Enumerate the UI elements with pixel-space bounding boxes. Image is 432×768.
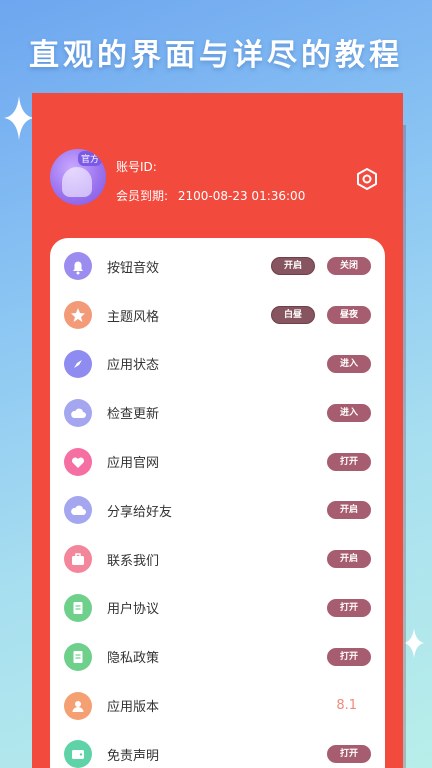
- promo-title: 直观的界面与详尽的教程: [29, 38, 403, 73]
- briefcase-icon: [64, 545, 92, 574]
- settings-row[interactable]: 应用状态 进入: [50, 340, 385, 389]
- version-value: 8.1: [336, 698, 357, 714]
- settings-row-label: 检查更新: [107, 407, 160, 423]
- profile-header: 官方 账号ID: 会员到期: 2100-08-23 01:36:00: [50, 149, 403, 213]
- settings-action-button[interactable]: 白昼: [271, 306, 315, 325]
- settings-action-button[interactable]: 进入: [327, 354, 371, 373]
- document-icon: [64, 642, 92, 671]
- settings-row-actions: 开启 关闭: [259, 257, 385, 276]
- settings-row-actions: 开启: [315, 501, 385, 520]
- star-icon: [64, 301, 92, 330]
- settings-row[interactable]: 联系我们 开启: [50, 535, 385, 584]
- settings-row[interactable]: 分享给好友 开启: [50, 486, 385, 535]
- sparkle-icon: [4, 96, 34, 140]
- settings-action-button[interactable]: 昼夜: [327, 306, 371, 325]
- settings-action-button[interactable]: 打开: [327, 598, 371, 617]
- settings-row[interactable]: 应用版本 8.1: [50, 681, 385, 730]
- settings-action-button[interactable]: 开启: [327, 550, 371, 569]
- avatar-figure-icon: [62, 167, 92, 197]
- sparkle-icon: [404, 628, 424, 658]
- settings-action-button[interactable]: 开启: [327, 501, 371, 520]
- settings-row-actions: 打开: [315, 598, 385, 617]
- settings-row-label: 应用官网: [107, 456, 160, 472]
- membership-expiry: 会员到期: 2100-08-23 01:36:00: [116, 187, 305, 204]
- settings-row[interactable]: 免责声明 打开: [50, 730, 385, 768]
- bell-icon: [64, 252, 92, 281]
- settings-row-label: 应用版本: [107, 700, 160, 716]
- settings-row[interactable]: 用户协议 打开: [50, 584, 385, 633]
- settings-row-label: 隐私政策: [107, 651, 160, 667]
- settings-action-button[interactable]: 关闭: [327, 257, 371, 276]
- avatar-badge: 官方: [78, 151, 103, 166]
- settings-row[interactable]: 隐私政策 打开: [50, 632, 385, 681]
- settings-row-actions: 进入: [315, 354, 385, 373]
- settings-row-label: 用户协议: [107, 602, 160, 618]
- compass-icon: [64, 349, 92, 378]
- wallet-icon: [64, 740, 92, 768]
- user-icon: [64, 691, 92, 720]
- settings-row-label: 应用状态: [107, 358, 160, 374]
- document-icon: [64, 593, 92, 622]
- settings-row-actions: 白昼 昼夜: [259, 306, 385, 325]
- expiry-label: 会员到期:: [116, 189, 169, 203]
- cloud-icon: [64, 496, 92, 525]
- settings-row[interactable]: 检查更新 进入: [50, 388, 385, 437]
- settings-row-label: 按钮音效: [107, 260, 160, 276]
- avatar[interactable]: 官方: [50, 149, 106, 205]
- settings-row-actions: 打开: [315, 745, 385, 764]
- account-id-label: 账号ID:: [116, 160, 157, 174]
- settings-card: 按钮音效 开启 关闭 主题风格 白昼 昼夜 应用状态 进入 检查更新 进入 应用官网 打开 分享给好友开…: [50, 238, 385, 768]
- settings-action-button[interactable]: 开启: [271, 257, 315, 276]
- settings-row-label: 联系我们: [107, 553, 160, 569]
- settings-row-actions: 打开: [315, 647, 385, 666]
- settings-action-button[interactable]: 打开: [327, 452, 371, 471]
- settings-row-label: 主题风格: [107, 309, 160, 325]
- cloud-icon: [64, 398, 92, 427]
- phone-screen: 官方 账号ID: 会员到期: 2100-08-23 01:36:00 按钮音效开…: [32, 93, 403, 768]
- settings-row[interactable]: 按钮音效 开启 关闭: [50, 242, 385, 291]
- settings-row-actions: 进入: [315, 403, 385, 422]
- settings-row[interactable]: 应用官网 打开: [50, 437, 385, 486]
- heart-icon: [64, 447, 92, 476]
- settings-hex-icon[interactable]: [355, 167, 379, 191]
- expiry-value: 2100-08-23 01:36:00: [177, 189, 306, 203]
- settings-row-label: 分享给好友: [107, 504, 173, 520]
- settings-action-button[interactable]: 打开: [327, 647, 371, 666]
- settings-row-actions: 开启: [315, 550, 385, 569]
- settings-action-button[interactable]: 进入: [327, 403, 371, 422]
- settings-action-button[interactable]: 打开: [327, 745, 371, 764]
- settings-row-actions: 打开: [315, 452, 385, 471]
- settings-row-label: 免责声明: [107, 748, 160, 764]
- settings-row[interactable]: 主题风格 白昼 昼夜: [50, 291, 385, 340]
